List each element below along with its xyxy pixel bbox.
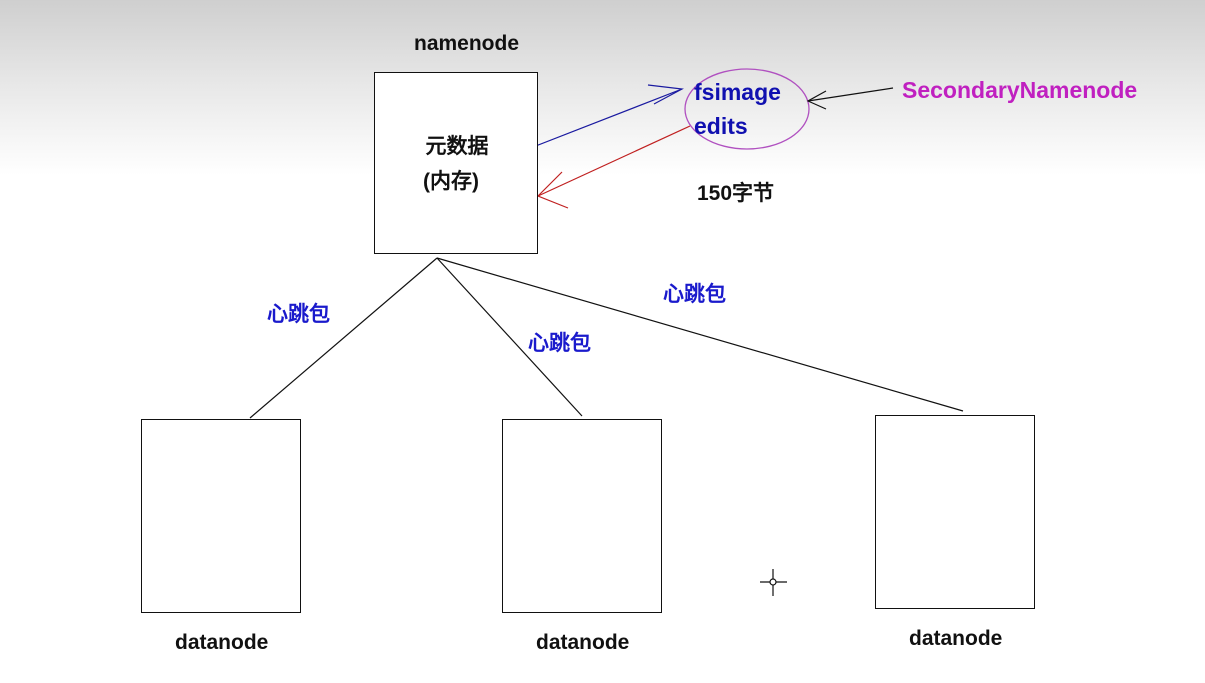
heartbeat-line-left [249,257,438,419]
heartbeat-label-right: 心跳包 [663,283,726,306]
diagram-canvas: namenode 元数据 (内存) fsimage edits 150字节 Se… [0,0,1205,683]
datanode-box-1 [141,419,301,613]
arrow-from-secondary [806,87,894,110]
namenode-metadata-label: 元数据 [425,135,489,158]
datanode-label-1: datanode [175,631,269,654]
heartbeat-line-right [436,257,964,412]
datanode-box-3 [875,415,1035,609]
datanode-box-2 [502,419,662,613]
size-note: 150字节 [697,182,775,205]
secondary-namenode-label: SecondaryNamenode [902,77,1138,103]
edits-label: edits [694,113,748,139]
namenode-memory-label: (内存) [423,170,479,193]
arrow-from-edits [536,125,691,209]
namenode-title: namenode [414,32,520,55]
namenode-box: 元数据 (内存) [374,72,538,254]
datanode-label-2: datanode [536,631,630,654]
heartbeat-label-middle: 心跳包 [528,332,591,355]
fsimage-label: fsimage [694,79,781,105]
datanode-label-3: datanode [909,627,1003,650]
crosshair-cursor-icon [760,569,787,596]
heartbeat-label-left: 心跳包 [267,303,330,326]
